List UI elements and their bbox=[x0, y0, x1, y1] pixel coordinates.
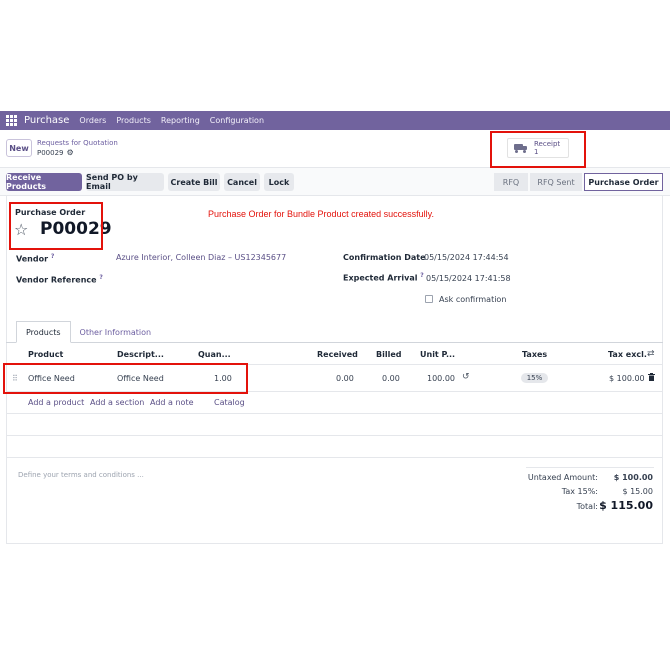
tax-value: $ 15.00 bbox=[622, 487, 653, 496]
send-po-email-button[interactable]: Send PO by Email bbox=[86, 173, 164, 191]
annotation-box-product-line bbox=[3, 363, 248, 394]
cell-billed: 0.00 bbox=[382, 374, 400, 383]
annotation-box-receipt bbox=[490, 131, 586, 168]
empty-row-divider-2 bbox=[6, 435, 663, 436]
empty-row-divider-3 bbox=[6, 457, 663, 458]
col-tax-excl[interactable]: Tax excl. bbox=[608, 350, 647, 359]
breadcrumb-current-label: P00029 bbox=[37, 148, 64, 157]
cell-unit-price[interactable]: 100.00 bbox=[427, 374, 455, 383]
success-message: Purchase Order for Bundle Product create… bbox=[208, 209, 434, 219]
receive-products-button[interactable]: Receive Products bbox=[6, 173, 82, 191]
notebook-tabs: Products Other Information bbox=[16, 321, 160, 343]
confirmation-date-label: Confirmation Date bbox=[343, 253, 426, 262]
vendor-label-text: Vendor bbox=[16, 254, 49, 264]
catalog-link[interactable]: Catalog bbox=[214, 398, 245, 407]
stage-rfq[interactable]: RFQ bbox=[494, 173, 528, 191]
cell-tax-excl: $ 100.00 bbox=[609, 374, 645, 383]
expected-arrival-field[interactable]: 05/15/2024 17:41:58 bbox=[426, 274, 511, 283]
expected-arrival-label-text: Expected Arrival bbox=[343, 273, 418, 283]
untaxed-label: Untaxed Amount: bbox=[527, 473, 598, 482]
app-brand[interactable]: Purchase bbox=[24, 115, 69, 126]
add-note-link[interactable]: Add a note bbox=[150, 398, 194, 407]
stage-rfq-sent[interactable]: RFQ Sent bbox=[530, 173, 582, 191]
col-description[interactable]: Descript... bbox=[117, 350, 164, 359]
create-bill-button[interactable]: Create Bill bbox=[168, 173, 220, 191]
confirmation-date-field[interactable]: 05/15/2024 17:44:54 bbox=[424, 253, 509, 262]
add-section-link[interactable]: Add a section bbox=[90, 398, 144, 407]
top-navbar: Purchase Orders Products Reporting Confi… bbox=[0, 111, 670, 130]
totals-divider bbox=[526, 467, 654, 468]
untaxed-value: $ 100.00 bbox=[613, 473, 653, 482]
menu-products[interactable]: Products bbox=[116, 116, 151, 125]
annotation-box-po-name bbox=[9, 202, 103, 250]
vendor-field[interactable]: Azure Interior, Colleen Diaz – US1234567… bbox=[116, 253, 286, 262]
tax-label: Tax 15%: bbox=[561, 487, 598, 496]
total-label: Total: bbox=[576, 502, 598, 511]
menu-configuration[interactable]: Configuration bbox=[210, 116, 264, 125]
lock-button[interactable]: Lock bbox=[264, 173, 294, 191]
breadcrumb-parent[interactable]: Requests for Quotation bbox=[37, 139, 118, 147]
col-billed[interactable]: Billed bbox=[376, 350, 401, 359]
stage-purchase-order[interactable]: Purchase Order bbox=[584, 173, 663, 191]
vendor-label: Vendor ? bbox=[16, 253, 55, 264]
col-product[interactable]: Product bbox=[28, 350, 63, 359]
col-quantity[interactable]: Quan... bbox=[198, 350, 231, 359]
col-received[interactable]: Received bbox=[317, 350, 358, 359]
expected-arrival-label: Expected Arrival ? bbox=[343, 272, 424, 283]
col-unit-price[interactable]: Unit P... bbox=[420, 350, 455, 359]
breadcrumb-current: P00029 ⚙ bbox=[37, 148, 74, 157]
menu-reporting[interactable]: Reporting bbox=[161, 116, 200, 125]
trash-icon[interactable] bbox=[648, 373, 655, 381]
tab-products[interactable]: Products bbox=[16, 321, 71, 343]
column-options-icon[interactable]: ⇄ bbox=[647, 349, 655, 359]
ask-confirmation-label: Ask confirmation bbox=[439, 295, 507, 304]
vendor-ref-label-text: Vendor Reference bbox=[16, 275, 97, 285]
vendor-ref-label: Vendor Reference ? bbox=[16, 274, 103, 285]
cancel-button[interactable]: Cancel bbox=[224, 173, 260, 191]
menu-orders[interactable]: Orders bbox=[79, 116, 106, 125]
apps-grid-icon[interactable] bbox=[6, 114, 18, 127]
ask-confirmation-checkbox[interactable] bbox=[425, 295, 433, 303]
reset-price-icon[interactable]: ↺ bbox=[462, 372, 470, 382]
add-product-link[interactable]: Add a product bbox=[28, 398, 84, 407]
gear-icon[interactable]: ⚙ bbox=[67, 148, 74, 157]
terms-placeholder: Define your terms and conditions ... bbox=[18, 471, 144, 479]
tab-other-information[interactable]: Other Information bbox=[71, 321, 161, 343]
terms-field[interactable]: Define your terms and conditions ... bbox=[18, 471, 144, 479]
cell-received: 0.00 bbox=[336, 374, 354, 383]
empty-row-divider-1 bbox=[6, 413, 663, 414]
tax-badge[interactable]: 15% bbox=[521, 373, 548, 383]
col-taxes[interactable]: Taxes bbox=[522, 350, 547, 359]
new-button[interactable]: New bbox=[6, 139, 32, 157]
total-value: $ 115.00 bbox=[599, 499, 653, 512]
